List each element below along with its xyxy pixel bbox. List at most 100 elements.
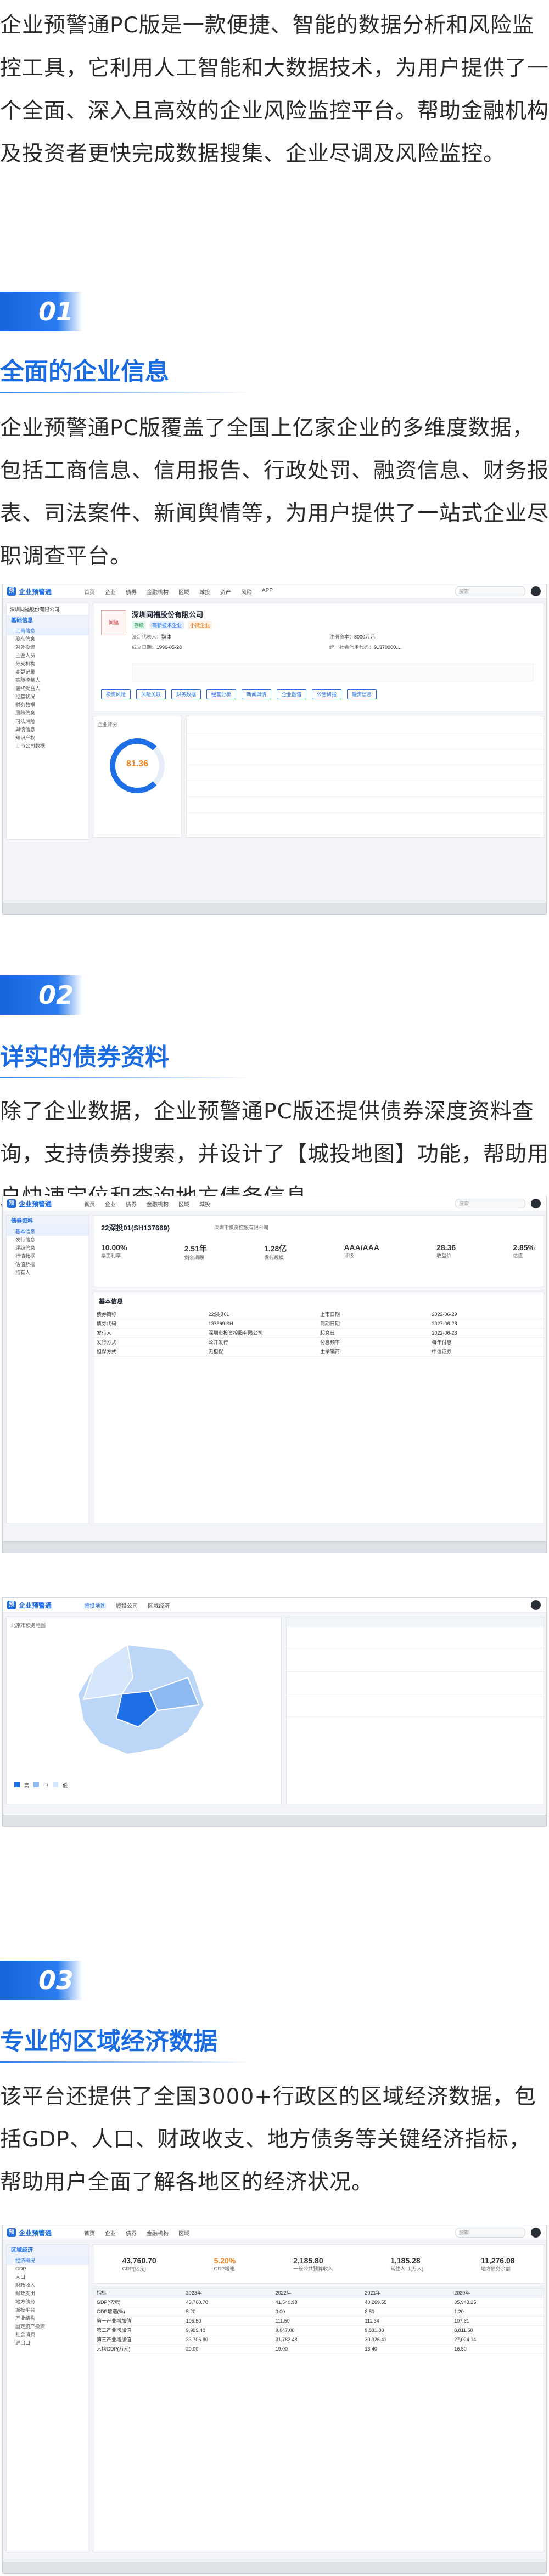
- nav-item[interactable]: 首页: [84, 587, 95, 596]
- search-input[interactable]: 搜索: [455, 586, 525, 596]
- nav-item[interactable]: 首页: [84, 2229, 95, 2237]
- tab-button[interactable]: 经营分析: [206, 689, 237, 699]
- sidebar-item[interactable]: 工商信息: [7, 627, 89, 635]
- nav-item[interactable]: 城投: [199, 1200, 210, 1208]
- nav-item[interactable]: 企业: [105, 587, 116, 596]
- avatar[interactable]: [531, 2228, 541, 2238]
- section-number-03: 03: [0, 1961, 82, 2000]
- table-row: 发行人 深圳市投资控股有限公司 起息日 2022-06-28: [93, 1329, 544, 1338]
- table-row: 发行方式 公开发行 付息频率 每年付息: [93, 1338, 544, 1347]
- search-input[interactable]: 搜索: [455, 2228, 525, 2238]
- field-row: 统一社会信用代码：91370000....: [329, 645, 402, 650]
- sidebar-item[interactable]: 发行信息: [7, 1236, 89, 1244]
- nav-item[interactable]: 企业: [105, 1200, 116, 1208]
- nav-item[interactable]: 首页: [84, 1200, 95, 1208]
- section-title-01: 全面的企业信息: [0, 358, 169, 386]
- app-logo[interactable]: 预 企业预警通: [7, 587, 73, 596]
- sidebar-head[interactable]: 债券资料: [7, 1216, 89, 1228]
- nav-item[interactable]: 城投: [199, 587, 210, 596]
- tab-button[interactable]: 风险关联: [136, 689, 166, 699]
- sidebar-item[interactable]: 基本信息: [7, 1228, 89, 1236]
- summary-card: 2,185.80 一般公共预算收入: [293, 2256, 333, 2272]
- sidebar-item[interactable]: 对外投资: [7, 643, 89, 652]
- nav-item[interactable]: 债券: [126, 587, 137, 596]
- map-legend: 高 中 低: [14, 1782, 68, 1789]
- sidebar-item[interactable]: 最终受益人: [7, 685, 89, 693]
- sidebar-item[interactable]: 主要人员: [7, 652, 89, 660]
- nav-item[interactable]: 资产: [220, 587, 231, 596]
- sidebar-item[interactable]: 司法风险: [7, 718, 89, 726]
- avatar[interactable]: [531, 1199, 541, 1208]
- sidebar-item[interactable]: 评级信息: [7, 1244, 89, 1252]
- sidebar-item[interactable]: 经济概况: [7, 2257, 89, 2265]
- avatar[interactable]: [531, 1600, 541, 1610]
- app-logo[interactable]: 预 企业预警通: [7, 2228, 73, 2238]
- sidebar-item[interactable]: 风险信息: [7, 709, 89, 718]
- sidebar-item[interactable]: 上市公司数据: [7, 742, 89, 750]
- tab-button[interactable]: 财务数据: [171, 689, 201, 699]
- nav-item[interactable]: 金融机构: [147, 2229, 169, 2237]
- sidebar-item[interactable]: 实际控制人: [7, 676, 89, 685]
- nav-item[interactable]: 债券: [126, 2229, 137, 2237]
- nav-item[interactable]: 区域: [178, 1200, 189, 1208]
- table-row: GDP增速(%) 5.20 3.00 8.50 1.20: [93, 2307, 544, 2317]
- sidebar-item[interactable]: 知识产权: [7, 734, 89, 742]
- sidebar-item[interactable]: 人口: [7, 2273, 89, 2281]
- tab-button[interactable]: 新闻舆情: [242, 689, 272, 699]
- sidebar-item[interactable]: 经营状况: [7, 693, 89, 701]
- tab-button[interactable]: 融资信息: [347, 689, 377, 699]
- nav-item[interactable]: 金融机构: [147, 587, 169, 596]
- tab-button[interactable]: 企业图谱: [277, 689, 307, 699]
- sidebar-item[interactable]: 固定资产投资: [7, 2323, 89, 2331]
- logo-text: 企业预警通: [19, 1601, 52, 1609]
- avatar[interactable]: [531, 586, 541, 596]
- screenshot-bond-detail: 预 企业预警通 首页 企业 债券 金融机构 区域 城投 搜索 债券资料 基本信息…: [2, 1196, 547, 1553]
- metric: 2.85% 估值: [513, 1243, 535, 1258]
- sidebar-item[interactable]: 行情数据: [7, 1252, 89, 1261]
- nav-item[interactable]: 区域: [178, 587, 189, 596]
- sidebar-item[interactable]: 财政支出: [7, 2290, 89, 2298]
- tab[interactable]: 城投地图: [84, 1601, 106, 1609]
- bond-title: 22深投01(SH137669): [101, 1224, 170, 1232]
- section-underline: [0, 392, 253, 393]
- field-row: 注册资本：8000万元: [329, 634, 376, 640]
- nav-item[interactable]: 风险: [241, 587, 252, 596]
- app-logo[interactable]: 预 企业预警通: [7, 1601, 73, 1610]
- table-row: 第二产业增加值 9,999.40 9,647.00 9,831.80 8,811.50: [93, 2326, 544, 2335]
- sidebar-item[interactable]: 进出口: [7, 2339, 89, 2347]
- beijing-map[interactable]: [61, 1639, 226, 1765]
- region-tabs: 城投地图 城投公司 区域经济: [84, 1601, 170, 1609]
- map-panel: 北京市债务地图 高 中 低: [6, 1617, 282, 1804]
- sidebar-item[interactable]: 舆情信息: [7, 726, 89, 734]
- table-row: 人均GDP(万元) 20.00 19.00 18.40 16.50: [93, 2345, 544, 2354]
- sidebar-head[interactable]: 区域经济: [7, 2245, 89, 2257]
- tab[interactable]: 区域经济: [148, 1601, 170, 1609]
- sidebar-item[interactable]: 地方债务: [7, 2298, 89, 2306]
- nav-item[interactable]: 债券: [126, 1200, 137, 1208]
- nav-item[interactable]: APP: [262, 587, 273, 596]
- tab-button[interactable]: 投资风险: [101, 689, 131, 699]
- sidebar-item[interactable]: 产业结构: [7, 2314, 89, 2323]
- legend-swatch-icon: [14, 1782, 20, 1787]
- nav-item[interactable]: 企业: [105, 2229, 116, 2237]
- sidebar-item[interactable]: 城投平台: [7, 2306, 89, 2314]
- sidebar-item[interactable]: 股东信息: [7, 635, 89, 643]
- os-taskbar: [3, 1815, 546, 1826]
- field-row: 成立日期：1996-05-28: [132, 645, 182, 650]
- legend-swatch-icon: [53, 1782, 59, 1787]
- tab[interactable]: 城投公司: [116, 1601, 138, 1609]
- sidebar-item[interactable]: 财务数据: [7, 701, 89, 709]
- sidebar-head[interactable]: 基础信息: [7, 615, 89, 627]
- app-logo[interactable]: 预 企业预警通: [7, 1199, 73, 1208]
- sidebar-item[interactable]: 分支机构: [7, 660, 89, 668]
- sidebar-item[interactable]: 变更记录: [7, 668, 89, 676]
- nav-item[interactable]: 区域: [178, 2229, 189, 2237]
- sidebar-item[interactable]: 社会消费: [7, 2331, 89, 2339]
- sidebar-item[interactable]: GDP: [7, 2265, 89, 2273]
- sidebar-item[interactable]: 持有人: [7, 1269, 89, 1277]
- sidebar-item[interactable]: 财政收入: [7, 2281, 89, 2290]
- tab-button[interactable]: 公告研报: [312, 689, 342, 699]
- search-input[interactable]: 搜索: [455, 1199, 525, 1208]
- sidebar-item[interactable]: 估值数据: [7, 1261, 89, 1269]
- nav-item[interactable]: 金融机构: [147, 1200, 169, 1208]
